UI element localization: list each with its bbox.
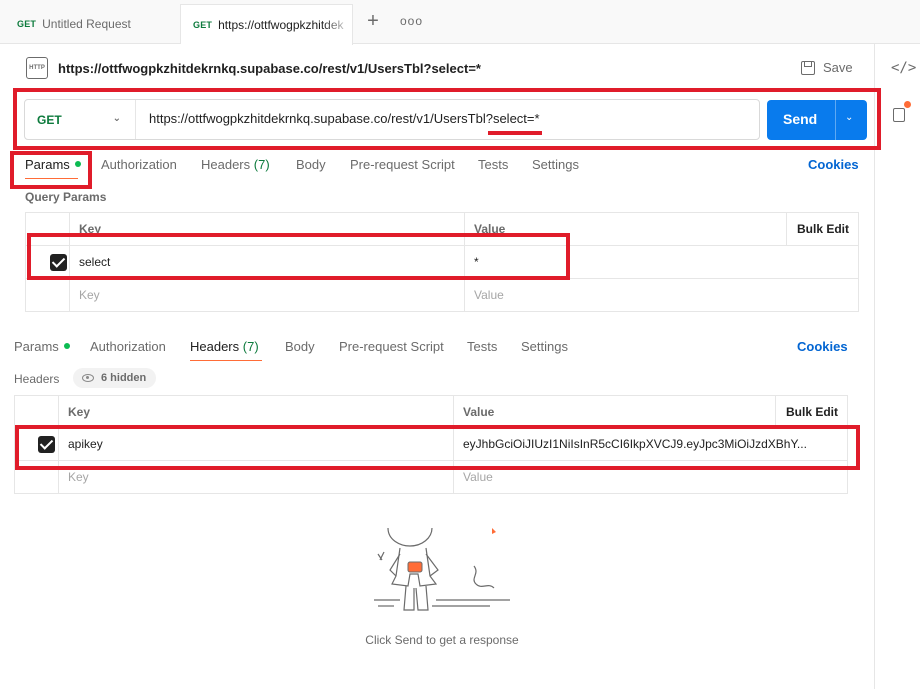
checkbox-icon[interactable] xyxy=(50,254,67,271)
param-key[interactable]: select xyxy=(69,246,464,278)
table-row-empty: Key Value xyxy=(26,279,858,312)
empty-response-message: Click Send to get a response xyxy=(365,633,519,647)
tab-settings[interactable]: Settings xyxy=(532,157,579,172)
table-row: apikey eyJhbGciOiJIUzI1NiIsInR5cCI6IkpXV… xyxy=(15,428,847,461)
tab-headers[interactable]: Headers (7) xyxy=(190,339,259,354)
save-button[interactable]: Save xyxy=(801,60,853,75)
cookies-link[interactable]: Cookies xyxy=(797,339,848,354)
tab-params-label: Params xyxy=(14,339,59,354)
notification-dot xyxy=(904,101,911,108)
header-value[interactable]: eyJhbGciOiJIUzI1NiIsInR5cCI6IkpXVCJ9.eyJ… xyxy=(453,428,825,460)
header-key[interactable]: apikey xyxy=(58,428,453,460)
save-icon xyxy=(801,60,815,75)
astronaut-illustration xyxy=(374,527,510,611)
tab-params[interactable]: Params xyxy=(14,339,70,354)
tab-prerequest-script[interactable]: Pre-request Script xyxy=(339,339,444,354)
key-placeholder[interactable]: Key xyxy=(69,279,464,311)
method-value: GET xyxy=(37,112,62,127)
annotation-underline-select xyxy=(488,131,542,135)
headers-table: Key Value Bulk Edit apikey eyJhbGciOiJIU… xyxy=(14,395,848,494)
column-divider xyxy=(775,396,776,428)
headers-label: Headers xyxy=(14,372,60,386)
column-value: Value xyxy=(463,404,495,419)
params-active-dot xyxy=(63,343,70,349)
tab-method: GET xyxy=(193,20,213,30)
tab-authorization[interactable]: Authorization xyxy=(90,339,166,354)
column-divider xyxy=(58,396,59,493)
hidden-count: 6 hidden xyxy=(101,372,147,384)
column-divider xyxy=(453,396,454,493)
tab-body[interactable]: Body xyxy=(296,157,326,172)
column-key: Key xyxy=(79,222,102,236)
params-tab-underline xyxy=(25,178,78,179)
right-sidebar: </> xyxy=(874,44,920,689)
tab-headers-label: Headers xyxy=(190,339,240,354)
query-params-label: Query Params xyxy=(25,190,107,204)
headers-count: (7) xyxy=(242,339,259,354)
column-value: Value xyxy=(474,222,506,236)
chevron-down-icon[interactable]: ⌄ xyxy=(845,112,853,123)
key-placeholder[interactable]: Key xyxy=(58,461,453,493)
tab-params-label: Params xyxy=(25,157,70,172)
headers-count: (7) xyxy=(253,157,270,172)
plus-icon[interactable]: + xyxy=(364,11,382,31)
table-row: select * xyxy=(26,246,858,279)
tab-label: Untitled Request xyxy=(42,17,131,31)
url-bar: GET ⌄ https://ottfwogpkzhitdekrnkq.supab… xyxy=(24,99,760,140)
tab-authorization[interactable]: Authorization xyxy=(101,157,177,172)
bulk-edit-button[interactable]: Bulk Edit xyxy=(776,396,848,427)
query-params-table: Key Value Bulk Edit select * Key Value xyxy=(25,212,859,312)
tab-tests[interactable]: Tests xyxy=(467,339,497,354)
request-subtabs-bottom: Params Authorization Headers (7) Body Pr… xyxy=(0,339,864,367)
send-button[interactable]: Send ⌄ xyxy=(767,100,867,140)
document-icon[interactable] xyxy=(893,108,905,122)
cookies-link[interactable]: Cookies xyxy=(808,157,859,172)
code-icon[interactable]: </> xyxy=(891,60,916,76)
request-title[interactable]: https://ottfwogpkzhitdekrnkq.supabase.co… xyxy=(58,61,481,76)
tab-body[interactable]: Body xyxy=(285,339,315,354)
tab-tests[interactable]: Tests xyxy=(478,157,508,172)
table-header-row: Key Value Bulk Edit xyxy=(15,396,847,428)
tab-strip: GET Untitled Request GET https://ottfwog… xyxy=(0,0,920,45)
column-divider xyxy=(464,213,465,311)
send-divider xyxy=(835,100,836,140)
tab-prerequest-script[interactable]: Pre-request Script xyxy=(350,157,455,172)
method-select[interactable]: GET ⌄ xyxy=(25,100,136,139)
tab-params[interactable]: Params xyxy=(25,157,81,172)
request-subtabs-top: Params Authorization Headers (7) Body Pr… xyxy=(0,157,874,185)
more-icon[interactable]: ooo xyxy=(400,14,422,30)
tab-method: GET xyxy=(17,19,37,29)
table-row-empty: Key Value xyxy=(15,461,847,494)
table-header-row: Key Value Bulk Edit xyxy=(26,213,858,246)
value-placeholder[interactable]: Value xyxy=(453,461,775,493)
tab-headers-label: Headers xyxy=(201,157,251,172)
tab-headers[interactable]: Headers (7) xyxy=(201,157,270,172)
tab-fade xyxy=(322,5,352,45)
eye-icon xyxy=(82,374,94,382)
headers-tab-underline xyxy=(190,360,262,361)
params-active-dot xyxy=(74,161,81,167)
send-label: Send xyxy=(783,111,818,127)
column-key: Key xyxy=(68,404,91,419)
tab-untitled-request[interactable]: GET Untitled Request xyxy=(5,4,181,44)
tab-active-request[interactable]: GET https://ottfwogpkzhitdek xyxy=(181,4,353,45)
column-divider xyxy=(786,213,787,246)
param-value[interactable]: * xyxy=(464,246,786,278)
column-divider xyxy=(69,213,70,311)
hidden-headers-toggle[interactable]: 6 hidden xyxy=(73,368,157,388)
bulk-edit-button[interactable]: Bulk Edit xyxy=(787,213,859,245)
checkbox-icon[interactable] xyxy=(38,436,55,453)
url-input[interactable]: https://ottfwogpkzhitdekrnkq.supabase.co… xyxy=(149,111,540,126)
tab-settings[interactable]: Settings xyxy=(521,339,568,354)
chevron-down-icon: ⌄ xyxy=(112,113,121,124)
http-request-icon: HTTP xyxy=(26,57,48,79)
value-placeholder[interactable]: Value xyxy=(464,279,786,311)
save-label: Save xyxy=(823,60,853,75)
